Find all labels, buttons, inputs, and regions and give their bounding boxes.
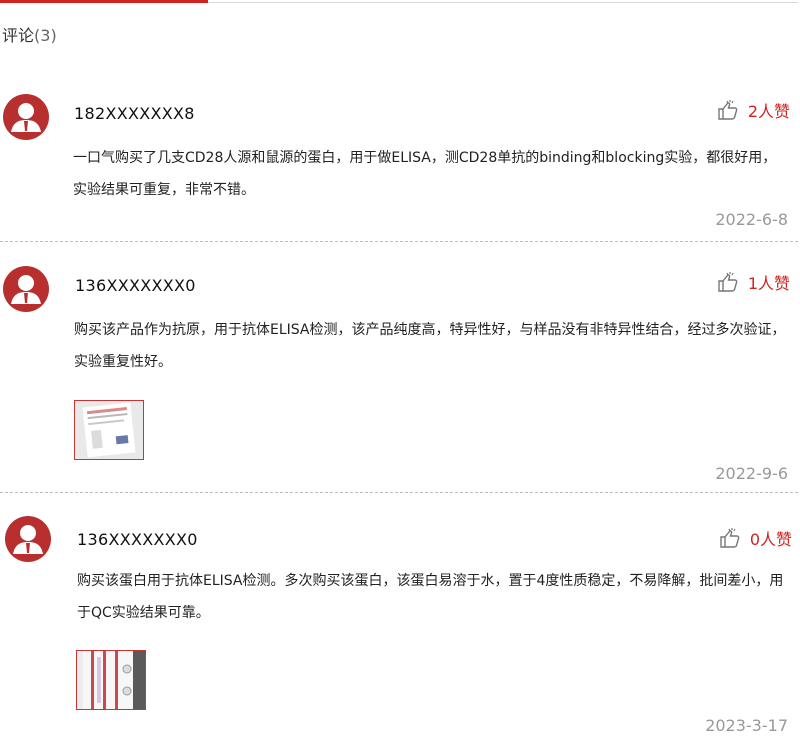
user-avatar-icon <box>13 525 43 554</box>
user-avatar-icon <box>11 103 41 132</box>
comment-divider <box>0 492 798 493</box>
comments-title: 评论 <box>2 26 35 45</box>
thumbs-up-icon <box>720 528 740 548</box>
comment-text: 一口气购买了几支CD28人源和鼠源的蛋白，用于做ELISA，测CD28单抗的bi… <box>73 150 777 198</box>
like-count: 0人赞 <box>749 530 792 549</box>
photo-image <box>75 401 143 459</box>
active-tab-indicator <box>0 0 208 3</box>
comment-date: 2022-6-8 <box>715 210 788 229</box>
comment-username: 136XXXXXXX0 <box>77 530 198 549</box>
comment-username: 136XXXXXXX0 <box>75 276 196 295</box>
comment-text: 购买该产品作为抗原，用于抗体ELISA检测，该产品纯度高，特异性好，与样品没有非… <box>74 322 786 370</box>
comments-heading: 评论(3) <box>2 22 57 46</box>
comment-username: 182XXXXXXX8 <box>74 104 195 123</box>
top-tab-bar <box>0 0 800 4</box>
photo-image <box>77 651 145 709</box>
thumbs-up-icon <box>718 272 738 292</box>
like-button[interactable]: 1人赞 <box>716 270 790 294</box>
like-count: 1人赞 <box>747 274 790 293</box>
comment-photo[interactable] <box>76 650 146 710</box>
user-avatar-icon <box>11 275 41 304</box>
avatar <box>3 94 49 140</box>
comment-photo[interactable] <box>74 400 144 460</box>
avatar <box>3 266 49 312</box>
comment-text: 购买该蛋白用于抗体ELISA检测。多次购买该蛋白，该蛋白易溶于水，置于4度性质稳… <box>77 573 784 621</box>
comment-date: 2022-9-6 <box>715 464 788 483</box>
comment-divider <box>0 241 798 242</box>
comments-count: (3) <box>34 26 57 45</box>
avatar <box>5 516 51 562</box>
like-count: 2人赞 <box>747 102 790 121</box>
comment-date: 2023-3-17 <box>705 716 788 735</box>
like-button[interactable]: 2人赞 <box>716 98 790 122</box>
thumbs-up-icon <box>718 100 738 120</box>
like-button[interactable]: 0人赞 <box>718 526 792 550</box>
